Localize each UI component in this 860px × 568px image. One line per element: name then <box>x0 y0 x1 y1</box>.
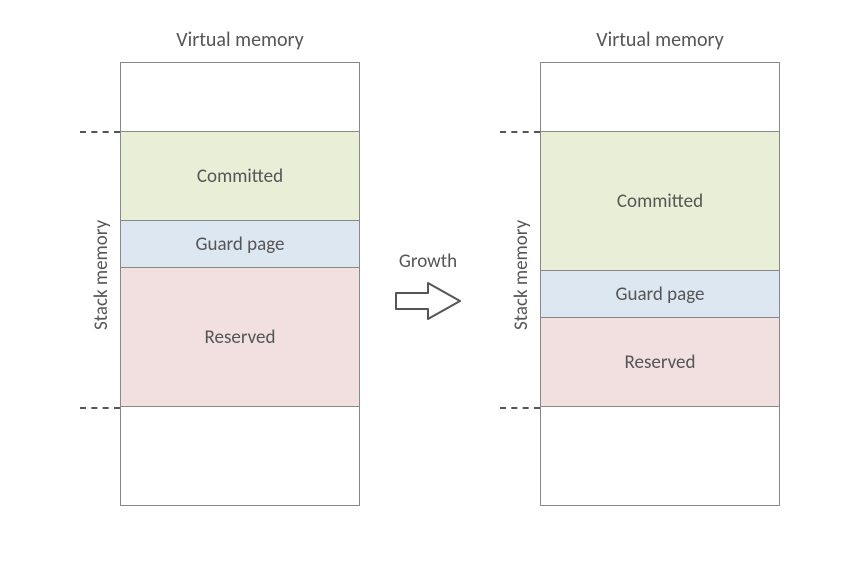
left-seg-bottom-blank <box>120 406 360 506</box>
diagram-canvas: Virtual memory Virtual memory Committed … <box>0 0 860 568</box>
left-column: Committed Guard page Reserved <box>120 62 360 506</box>
seg-label: Committed <box>617 190 703 213</box>
seg-label: Guard page <box>195 233 284 256</box>
seg-label: Guard page <box>615 283 704 306</box>
right-seg-committed: Committed <box>540 131 780 271</box>
left-side-label: Stack memory <box>90 220 113 330</box>
left-bracket-bottom <box>80 407 120 409</box>
seg-label: Reserved <box>625 351 696 374</box>
left-seg-reserved: Reserved <box>120 267 360 407</box>
seg-label: Committed <box>197 165 283 188</box>
left-title: Virtual memory <box>120 28 360 52</box>
left-seg-top-blank <box>120 62 360 132</box>
left-seg-guard: Guard page <box>120 220 360 268</box>
growth-label: Growth <box>399 250 457 273</box>
right-seg-reserved: Reserved <box>540 317 780 407</box>
growth-arrow: Growth <box>392 250 464 323</box>
right-bracket-bottom <box>500 407 540 409</box>
right-column: Committed Guard page Reserved <box>540 62 780 506</box>
right-seg-top-blank <box>540 62 780 132</box>
right-title: Virtual memory <box>540 28 780 52</box>
right-seg-bottom-blank <box>540 406 780 506</box>
right-side-label: Stack memory <box>510 220 533 330</box>
seg-label: Reserved <box>205 326 276 349</box>
right-bracket-top <box>500 131 540 133</box>
arrow-right-icon <box>392 279 464 323</box>
left-seg-committed: Committed <box>120 131 360 221</box>
left-bracket-top <box>80 131 120 133</box>
right-seg-guard: Guard page <box>540 270 780 318</box>
